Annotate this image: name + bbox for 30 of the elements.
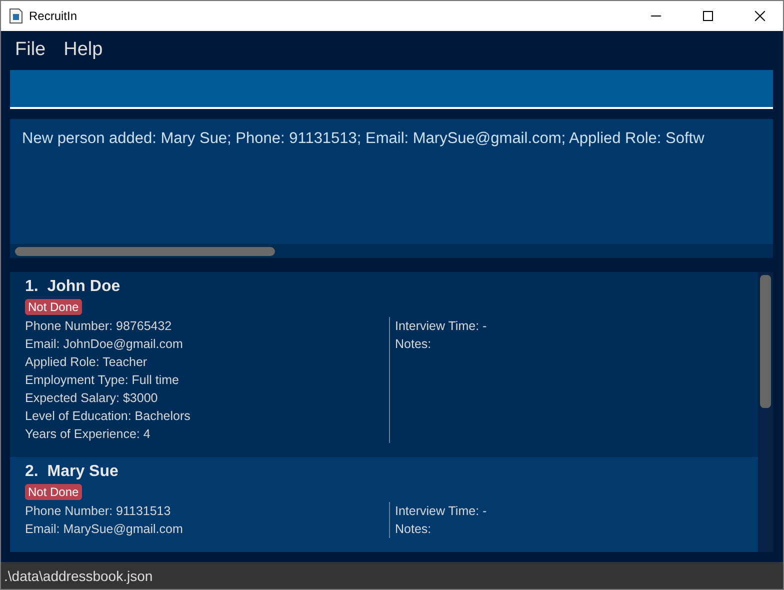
maximize-icon bbox=[703, 11, 713, 21]
person-detail: Years of Experience: 4 bbox=[25, 426, 152, 443]
interview-detail: Notes: bbox=[395, 521, 432, 538]
interview-detail: Interview Time: - bbox=[395, 503, 487, 520]
menu-item[interactable]: Help bbox=[64, 38, 103, 60]
status-tag: Not Done bbox=[25, 299, 82, 315]
horizontal-scrollbar[interactable] bbox=[10, 244, 773, 258]
person-detail: Phone Number: 91131513 bbox=[25, 503, 172, 520]
person-card[interactable] bbox=[10, 272, 758, 457]
person-detail: Email: JohnDoe@gmail.com bbox=[25, 336, 184, 353]
status-tag: Not Done bbox=[25, 484, 82, 500]
app-icon bbox=[9, 8, 23, 24]
interview-detail: Notes: bbox=[395, 336, 432, 353]
person-detail: Level of Education: Bachelors bbox=[25, 408, 192, 425]
person-detail: Expected Salary: $3000 bbox=[25, 390, 159, 407]
person-detail: Phone Number: 98765432 bbox=[25, 318, 173, 335]
person-name: 2. Mary Sue bbox=[25, 463, 120, 481]
vertical-scrollbar[interactable] bbox=[758, 272, 773, 552]
person-detail: Email: MarySue@gmail.com bbox=[25, 521, 184, 538]
person-name: 1. John Doe bbox=[25, 278, 122, 296]
interview-detail: Interview Time: - bbox=[395, 318, 487, 335]
person-card[interactable]: 2. Mary Sue Not Done Phone Number: 91131513 Email: MarySue@gmail.com Interview Time: - Notes: bbox=[10, 457, 758, 552]
status-bar: .\data\addressbook.json bbox=[1, 562, 783, 589]
command-field[interactable] bbox=[10, 70, 773, 109]
result-message: New person added: Mary Sue; Phone: 91131513; Email: MarySue@gmail.com; Applied Role: Softw bbox=[21, 129, 706, 149]
menu-item[interactable]: File bbox=[15, 38, 46, 60]
person-detail: Employment Type: Full time bbox=[25, 372, 180, 389]
person-detail: Applied Role: Teacher bbox=[25, 354, 148, 371]
close-icon bbox=[755, 11, 765, 21]
window-title: RecruitIn bbox=[29, 9, 78, 23]
